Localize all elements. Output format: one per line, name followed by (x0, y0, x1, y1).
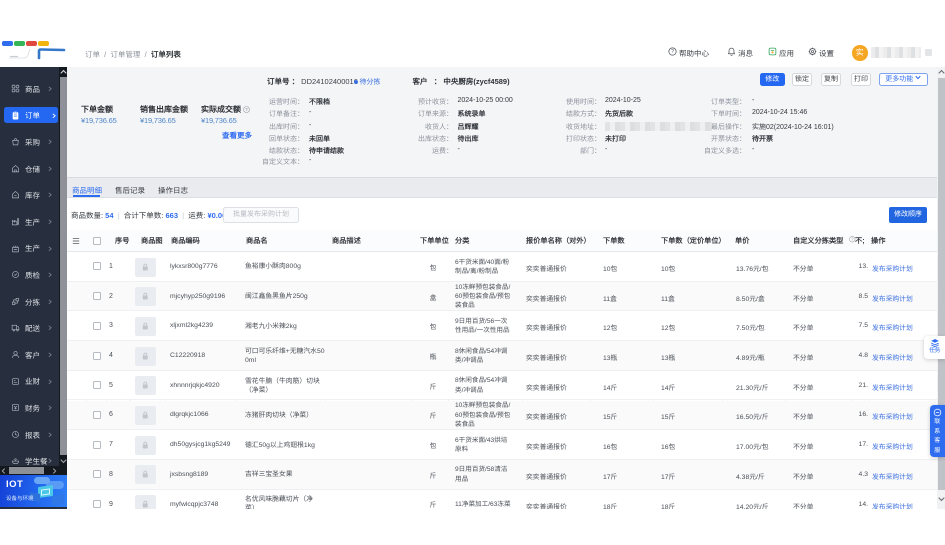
svg-text:?: ? (671, 49, 674, 55)
svg-text:?: ? (851, 237, 854, 242)
